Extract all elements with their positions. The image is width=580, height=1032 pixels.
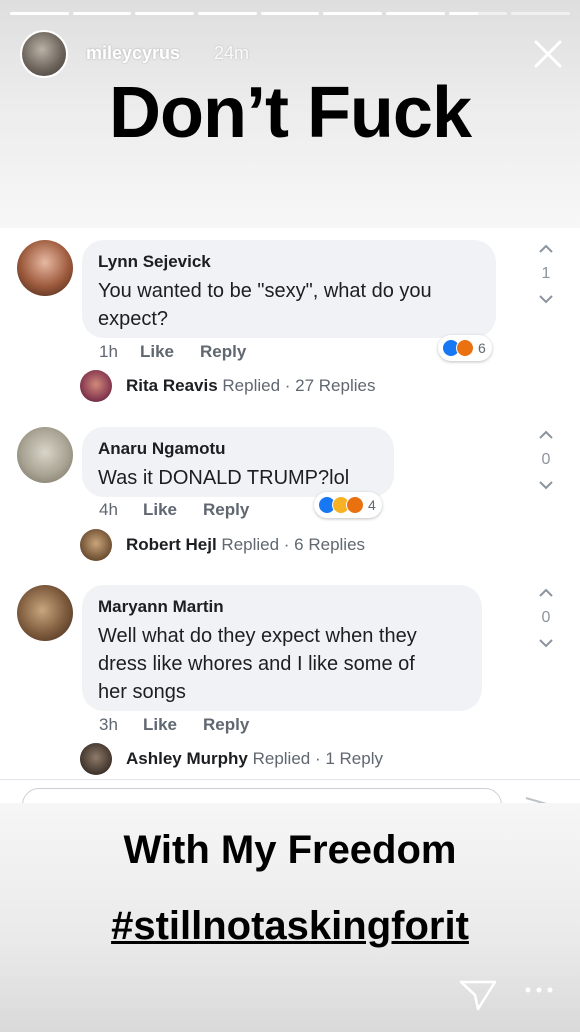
story-username[interactable]: mileycyrus xyxy=(86,43,180,64)
downvote-chevron-icon[interactable] xyxy=(530,290,562,310)
vote-control: 0 xyxy=(530,582,562,654)
more-options-icon[interactable] xyxy=(524,985,554,995)
reply-button[interactable]: Reply xyxy=(203,715,249,735)
comment-thread: Lynn Sejevick You wanted to be "sexy", w… xyxy=(0,228,580,803)
comment-text-line: dress like whores and I like some of xyxy=(98,653,415,675)
upvote-chevron-icon[interactable] xyxy=(530,238,562,258)
commenter-name[interactable]: Anaru Ngamotu xyxy=(98,439,378,459)
commenter-name[interactable]: Maryann Martin xyxy=(98,597,466,617)
comment-bubble: Lynn Sejevick You wanted to be "sexy", w… xyxy=(82,240,496,338)
progress-segment xyxy=(511,12,571,15)
upvote-chevron-icon[interactable] xyxy=(530,582,562,602)
progress-segment xyxy=(10,12,69,15)
replier-name[interactable]: Rita Reavis xyxy=(126,376,218,395)
reaction-summary[interactable]: 6 xyxy=(438,335,492,361)
reply-button[interactable]: Reply xyxy=(203,500,249,520)
replier-avatar xyxy=(80,743,112,775)
progress-segment xyxy=(386,12,445,15)
commenter-avatar[interactable] xyxy=(17,240,73,296)
commenter-name[interactable]: Lynn Sejevick xyxy=(98,252,480,272)
comment-text-line: You wanted to be "sexy", what do you xyxy=(98,280,432,302)
commenter-avatar[interactable] xyxy=(17,585,73,641)
direct-message-icon[interactable] xyxy=(458,978,498,1012)
reaction-count: 4 xyxy=(368,497,376,513)
angry-icon xyxy=(456,339,474,357)
vote-count: 0 xyxy=(541,451,551,468)
progress-segment xyxy=(260,12,320,15)
comment-input-row xyxy=(0,779,580,822)
replies-text[interactable]: Ashley Murphy Replied · 1 Reply xyxy=(126,749,383,769)
replier-name[interactable]: Ashley Murphy xyxy=(126,749,248,768)
story-time-ago: 24m xyxy=(214,43,250,63)
like-button[interactable]: Like xyxy=(140,342,174,362)
replies-count-text: Replied · 6 Replies xyxy=(216,535,366,554)
comment-text-line: expect? xyxy=(98,308,169,330)
comment-time: 3h xyxy=(99,715,118,734)
reply-button[interactable]: Reply xyxy=(200,342,246,362)
story-progress-bar xyxy=(10,12,571,15)
reaction-summary[interactable]: 4 xyxy=(314,492,382,518)
vote-count: 1 xyxy=(541,265,551,282)
replier-avatar xyxy=(80,529,112,561)
angry-icon xyxy=(346,496,364,514)
progress-segment xyxy=(198,12,257,15)
comment-bubble: Anaru Ngamotu Was it DONALD TRUMP?lol xyxy=(82,427,394,497)
like-button[interactable]: Like xyxy=(143,500,177,520)
close-icon[interactable] xyxy=(530,36,566,72)
comment-text-line: her songs xyxy=(98,681,186,703)
replies-text[interactable]: Robert Hejl Replied · 6 Replies xyxy=(126,535,365,555)
commenter-avatar[interactable] xyxy=(17,427,73,483)
replies-count-text: Replied · 27 Replies xyxy=(217,376,376,395)
progress-segment xyxy=(448,12,508,15)
replier-avatar xyxy=(80,370,112,402)
story-headline: Don’t Fuck xyxy=(109,73,472,153)
vote-count: 0 xyxy=(541,609,551,626)
upvote-chevron-icon[interactable] xyxy=(530,424,562,444)
progress-segment xyxy=(72,12,132,15)
progress-segment xyxy=(323,12,383,15)
vote-control: 0 xyxy=(530,424,562,496)
comment-time: 4h xyxy=(99,500,118,519)
replies-count-text: Replied · 1 Reply xyxy=(247,749,383,768)
story-user-avatar[interactable] xyxy=(20,30,68,78)
downvote-chevron-icon[interactable] xyxy=(530,634,562,654)
comment-time: 1h xyxy=(99,342,118,361)
downvote-chevron-icon[interactable] xyxy=(530,476,562,496)
vote-control: 1 xyxy=(530,238,562,310)
comment-bubble: Maryann Martin Well what do they expect … xyxy=(82,585,482,711)
progress-segment xyxy=(135,12,195,15)
comment-text-line: Well what do they expect when they xyxy=(98,625,417,647)
comment-text-line: Was it DONALD TRUMP?lol xyxy=(98,467,350,489)
replies-text[interactable]: Rita Reavis Replied · 27 Replies xyxy=(126,376,375,396)
like-button[interactable]: Like xyxy=(143,715,177,735)
story-caption-line1: With My Freedom xyxy=(123,828,457,872)
replier-name[interactable]: Robert Hejl xyxy=(126,535,217,554)
reaction-count: 6 xyxy=(478,340,486,356)
story-caption-hashtag[interactable]: #stillnotaskingforit xyxy=(0,904,580,949)
